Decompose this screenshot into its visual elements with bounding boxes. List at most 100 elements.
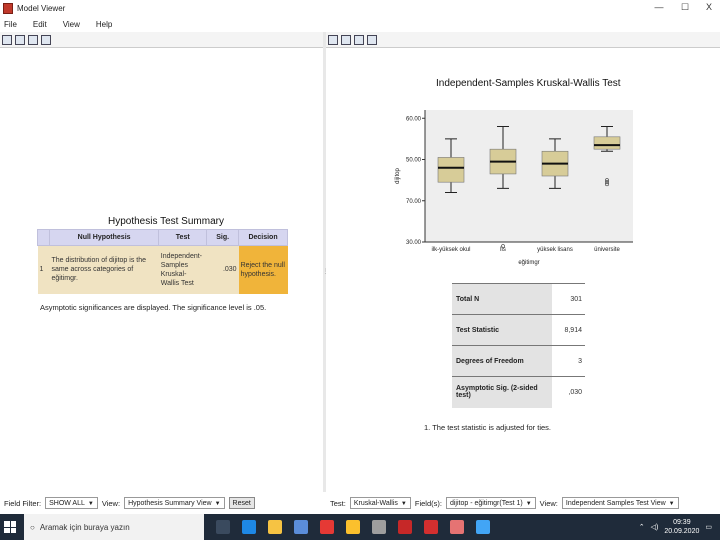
right-field-bar: Test: Kruskal-Wallis ▼ Field(s): dijitop … bbox=[330, 495, 683, 511]
field-filter-label: Field Filter: bbox=[4, 498, 42, 508]
store-icon[interactable] bbox=[294, 520, 308, 534]
fields-select[interactable]: dijitop - eğitimgr(Test 1) ▼ bbox=[445, 497, 536, 509]
field-filter-select[interactable]: SHOW ALL ▼ bbox=[45, 497, 98, 509]
right-toolbar bbox=[326, 32, 720, 48]
y-tick-label: 50.00 bbox=[406, 158, 422, 164]
row-number-header bbox=[37, 229, 50, 246]
system-tray: ⌃ ◁) 09:39 20.09.2020 ▭ bbox=[639, 514, 712, 540]
print-icon[interactable] bbox=[354, 34, 364, 45]
app-icon bbox=[3, 2, 13, 14]
hypothesis-table: Null Hypothesis Test Sig. Decision 1 The… bbox=[37, 229, 288, 294]
menu-help[interactable]: Help bbox=[96, 20, 112, 29]
edit-icon[interactable] bbox=[15, 34, 25, 45]
left-toolbar bbox=[0, 32, 323, 48]
left-field-bar: Field Filter: SHOW ALL ▼ View: Hypothesis… bbox=[4, 495, 255, 511]
copy-icon[interactable] bbox=[328, 34, 338, 45]
chevron-down-icon: ▼ bbox=[525, 501, 532, 507]
window-title: Model Viewer bbox=[17, 3, 66, 13]
sig-cell: .030 bbox=[206, 245, 239, 294]
file-explorer-icon[interactable] bbox=[268, 520, 282, 534]
clock-time: 09:39 bbox=[673, 519, 691, 526]
y-tick-label: 70.00 bbox=[406, 199, 422, 205]
pdf-icon[interactable] bbox=[424, 520, 438, 534]
view2-select[interactable]: Independent Samples Test View ▼ bbox=[561, 497, 679, 509]
box bbox=[437, 157, 465, 183]
reset-button[interactable]: Reset bbox=[228, 497, 255, 509]
settings-icon[interactable] bbox=[476, 520, 490, 534]
x-tick-label: ilk-yüksek okul bbox=[431, 247, 470, 253]
fields-value: dijitop - eğitimgr(Test 1) bbox=[449, 500, 523, 507]
stat-value: ,030 bbox=[552, 376, 585, 408]
view-label: View: bbox=[101, 498, 121, 508]
menu-edit[interactable]: Edit bbox=[33, 20, 47, 29]
y-tick-label: 60.00 bbox=[406, 116, 422, 122]
start-button[interactable] bbox=[0, 514, 20, 540]
search-placeholder: Aramak için buraya yazın bbox=[39, 522, 130, 532]
network-icon[interactable]: ⌃ bbox=[639, 523, 645, 531]
test-select[interactable]: Kruskal-Wallis ▼ bbox=[349, 497, 411, 509]
fields-label: Field(s): bbox=[414, 498, 442, 508]
chrome-icon[interactable] bbox=[346, 520, 360, 534]
export-icon[interactable] bbox=[367, 34, 377, 45]
spss-icon[interactable] bbox=[398, 520, 412, 534]
hypothesis-cell: The distribution of dijitop is the same … bbox=[49, 245, 159, 294]
chevron-down-icon: ▼ bbox=[400, 501, 407, 507]
hypothesis-table-title: Hypothesis Test Summary bbox=[108, 216, 224, 227]
stat-label: Total N bbox=[452, 283, 552, 315]
row-number: 1 bbox=[37, 245, 50, 294]
field-filter-value: SHOW ALL bbox=[49, 500, 85, 507]
clock-date: 20.09.2020 bbox=[664, 528, 700, 535]
menu-view[interactable]: View bbox=[63, 20, 80, 29]
view2-label: View: bbox=[539, 498, 558, 508]
stat-value: 8,914 bbox=[552, 314, 585, 346]
view-select[interactable]: Hypothesis Summary View ▼ bbox=[124, 497, 225, 509]
task-view-icon[interactable] bbox=[216, 520, 230, 534]
y-axis-label: dijitop bbox=[395, 168, 401, 184]
copy-icon[interactable] bbox=[2, 34, 12, 45]
close-button[interactable]: X bbox=[696, 0, 720, 14]
view-value: Hypothesis Summary View bbox=[128, 500, 212, 507]
stat-value: 301 bbox=[552, 283, 585, 315]
stat-label: Degrees of Freedom bbox=[452, 345, 552, 377]
stats-table: Total N 301 Test Statistic 8,914 Degrees o… bbox=[452, 283, 585, 408]
null-hypothesis-header[interactable]: Null Hypothesis bbox=[48, 229, 160, 246]
taskbar: ○ Aramak için buraya yazın ⌃ ◁) 09:39 20… bbox=[0, 514, 720, 540]
x-tick-label: lis bbox=[500, 247, 506, 253]
powerpoint-icon[interactable] bbox=[450, 520, 464, 534]
stat-label: Asymptotic Sig. (2-sided test) bbox=[452, 376, 552, 408]
menu-file[interactable]: File bbox=[4, 20, 17, 29]
edge-icon[interactable] bbox=[242, 520, 256, 534]
test-header[interactable]: Test bbox=[158, 229, 208, 246]
title-bar: Model Viewer — ☐ X bbox=[0, 0, 720, 16]
export-icon[interactable] bbox=[41, 34, 51, 45]
chart-title: Independent-Samples Kruskal-Wallis Test bbox=[436, 78, 621, 89]
volume-icon[interactable]: ◁) bbox=[651, 523, 659, 531]
excel-icon[interactable] bbox=[320, 520, 334, 534]
test-label: Test: bbox=[330, 498, 346, 508]
boxplot-chart: 30.00 70.00 50.00 60.00 dijitop ilk-yüksek ok… bbox=[395, 110, 633, 266]
edit-icon[interactable] bbox=[341, 34, 351, 45]
menu-bar: File Edit View Help bbox=[0, 17, 720, 31]
windows-icon bbox=[4, 521, 16, 533]
chevron-down-icon: ▼ bbox=[87, 501, 94, 507]
table-row[interactable]: 1 The distribution of dijitop is the sam… bbox=[37, 245, 288, 294]
decision-header[interactable]: Decision bbox=[238, 229, 288, 246]
minimize-button[interactable]: — bbox=[646, 0, 672, 14]
notification-icon[interactable]: ▭ bbox=[705, 523, 712, 531]
x-tick-label: yüksek lisans bbox=[537, 247, 573, 253]
taskbar-search[interactable]: ○ Aramak için buraya yazın bbox=[24, 514, 204, 540]
x-tick-label: üniversite bbox=[594, 247, 620, 253]
stats-footnote: 1. The test statistic is adjusted for ti… bbox=[424, 423, 552, 432]
chevron-down-icon: ▼ bbox=[668, 501, 675, 507]
view2-value: Independent Samples Test View bbox=[565, 500, 666, 507]
stat-label: Test Statistic bbox=[452, 314, 552, 346]
stat-value: 3 bbox=[552, 345, 585, 377]
clock[interactable]: 09:39 20.09.2020 bbox=[664, 518, 699, 536]
maximize-button[interactable]: ☐ bbox=[672, 0, 698, 14]
sig-header[interactable]: Sig. bbox=[206, 229, 240, 246]
print-icon[interactable] bbox=[28, 34, 38, 45]
decision-cell: Reject the null hypothesis. bbox=[238, 245, 288, 294]
app-icon[interactable] bbox=[372, 520, 386, 534]
search-icon: ○ bbox=[30, 522, 35, 532]
chevron-down-icon: ▼ bbox=[214, 501, 221, 507]
